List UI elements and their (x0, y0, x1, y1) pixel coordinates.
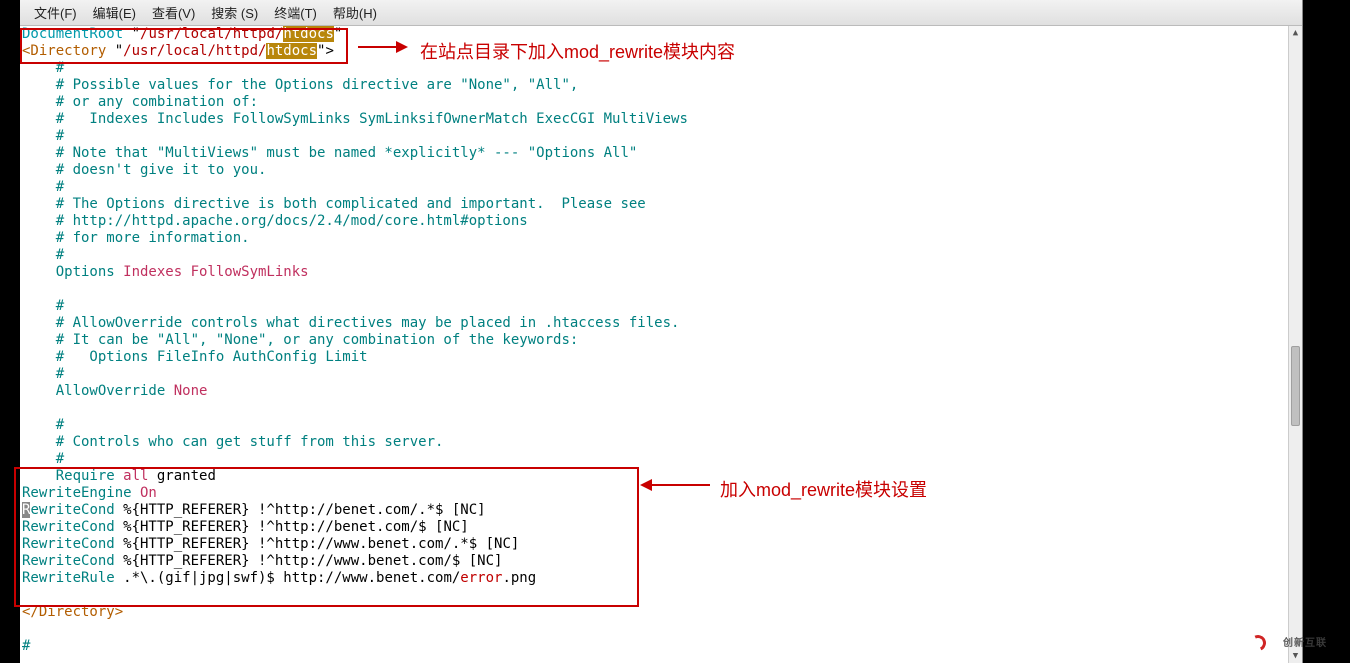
kw-allowoverride: AllowOverride (22, 383, 165, 399)
annotation-text-bottom: 加入mod_rewrite模块设置 (720, 476, 927, 502)
kw-options: Options (22, 264, 115, 280)
menu-search[interactable]: 搜索 (S) (203, 3, 266, 22)
require-all: all (123, 468, 148, 484)
annotation-text-top: 在站点目录下加入mod_rewrite模块内容 (420, 38, 735, 64)
menu-terminal[interactable]: 终端(T) (266, 3, 325, 22)
comment: # (22, 417, 64, 433)
menu-edit[interactable]: 编辑(E) (85, 3, 144, 22)
options-values: Indexes FollowSymLinks (115, 264, 309, 280)
rewriteengine-on: On (132, 485, 157, 501)
scrollbar[interactable]: ▲ ▼ (1288, 26, 1302, 663)
kw-rewritecond: RewriteCond (22, 519, 115, 535)
annotation-arrow-top (358, 46, 406, 48)
comment: # It can be "All", "None", or any combin… (22, 332, 578, 348)
kw-documentroot: DocumentRoot (22, 26, 123, 42)
watermark-text: 创新互联 (1283, 634, 1327, 649)
comment: # doesn't give it to you. (22, 162, 266, 178)
require-granted: granted (148, 468, 215, 484)
kw-directory: <Directory (22, 43, 106, 59)
comment: # for more information. (22, 230, 250, 246)
comment: # AllowOverride controls what directives… (22, 315, 679, 331)
comment: # (22, 366, 64, 382)
comment: # (22, 179, 64, 195)
comment: # (22, 298, 64, 314)
path: /usr/local/httpd/ (140, 26, 283, 42)
rewriterule-arg: .*\.(gif|jpg|swf)$ http://www.benet.com/ (115, 570, 461, 586)
comment: # (22, 247, 64, 263)
editor-viewport[interactable]: DocumentRoot "/usr/local/httpd/htdocs" <… (20, 26, 1288, 663)
terminal-window: 文件(F) 编辑(E) 查看(V) 搜索 (S) 终端(T) 帮助(H) Doc… (20, 0, 1303, 663)
menu-view[interactable]: 查看(V) (144, 3, 203, 22)
highlight-htdocs: htdocs (283, 26, 334, 42)
kw-rewritecond: RewriteCond (22, 553, 115, 569)
text: " (334, 26, 342, 42)
menu-help[interactable]: 帮助(H) (325, 3, 385, 22)
scroll-up-icon[interactable]: ▲ (1289, 26, 1302, 40)
highlight-htdocs: htdocs (266, 43, 317, 59)
comment: # Options FileInfo AuthConfig Limit (22, 349, 368, 365)
scroll-thumb[interactable] (1291, 346, 1300, 426)
kw-rewriteengine: RewriteEngine (22, 485, 132, 501)
rewritecond-arg: %{HTTP_REFERER} !^http://www.benet.com/.… (115, 536, 520, 552)
rewriterule-arg2: .png (502, 570, 536, 586)
kw-rewriterule: RewriteRule (22, 570, 115, 586)
text: "> (317, 43, 334, 59)
annotation-arrow-bottom (642, 484, 710, 486)
text: " (106, 43, 123, 59)
comment: # (22, 451, 64, 467)
kw-require: Require (22, 468, 123, 484)
path: /usr/local/httpd/ (123, 43, 266, 59)
kw-rewritecond: RewriteCond (22, 536, 115, 552)
rewritecond-arg: %{HTTP_REFERER} !^http://benet.com/$ [NC… (115, 519, 469, 535)
comment: # Indexes Includes FollowSymLinks SymLin… (22, 111, 688, 127)
comment: # (22, 128, 64, 144)
text: " (123, 26, 140, 42)
menubar: 文件(F) 编辑(E) 查看(V) 搜索 (S) 终端(T) 帮助(H) (20, 0, 1302, 26)
comment: # Possible values for the Options direct… (22, 77, 578, 93)
comment: # The Options directive is both complica… (22, 196, 646, 212)
comment: # Note that "MultiViews" must be named *… (22, 145, 637, 161)
rewritecond-arg: %{HTTP_REFERER} !^http://www.benet.com/$… (115, 553, 503, 569)
kw-rewritecond: ewriteCond (30, 502, 114, 518)
rewritecond-arg: %{HTTP_REFERER} !^http://benet.com/.*$ [… (115, 502, 486, 518)
comment: # (22, 60, 64, 76)
comment: # http://httpd.apache.org/docs/2.4/mod/c… (22, 213, 528, 229)
comment: # Controls who can get stuff from this s… (22, 434, 443, 450)
error-text: error (460, 570, 502, 586)
allowoverride-value: None (165, 383, 207, 399)
close-directory: </Directory> (22, 604, 123, 620)
watermark: 创新互联 (1254, 625, 1344, 657)
menu-file[interactable]: 文件(F) (26, 3, 85, 22)
comment-hash: # (22, 638, 30, 654)
comment: # or any combination of: (22, 94, 258, 110)
